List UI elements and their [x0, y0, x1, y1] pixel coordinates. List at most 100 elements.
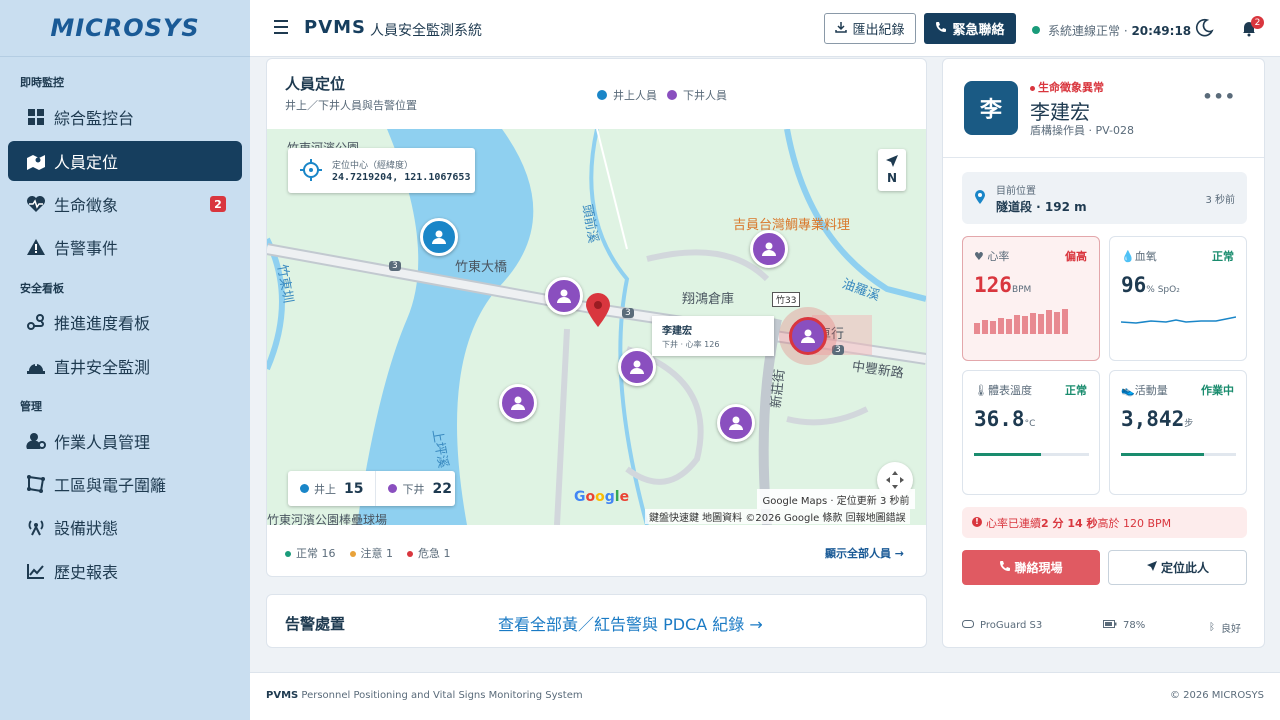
coordinate-readout: 定位中心（經緯度） 24.7219204, 121.1067653	[288, 148, 475, 193]
tooltip-detail: 下井 · 心率 126	[662, 340, 720, 349]
footer-desc: Personnel Positioning and Vital Signs Mo…	[298, 690, 583, 701]
more-options-icon[interactable]: •••	[1202, 87, 1236, 106]
vital-alert-label: 生命徵象異常	[1030, 79, 1104, 95]
temp-unit: °C	[1024, 419, 1036, 429]
route-marker: 3	[389, 261, 401, 271]
activity-value-text: 3,842	[1121, 407, 1185, 431]
heart-rate-bar	[1030, 313, 1036, 334]
map-user-icon	[26, 151, 46, 171]
sidebar-item-devices[interactable]: 設備狀態	[8, 507, 242, 547]
dark-mode-icon[interactable]	[1194, 18, 1214, 38]
alert-panel-title: 告警處置	[285, 615, 346, 633]
view-all-alerts-link[interactable]: 查看全部黃／紅告警與 PDCA 紀錄 →	[498, 611, 763, 635]
logo[interactable]: MICROSYS	[0, 0, 250, 57]
worker-marker-down[interactable]	[545, 277, 583, 315]
activity-value: 3,842步	[1121, 407, 1193, 431]
footer: PVMS Personnel Positioning and Vital Sig…	[250, 672, 1280, 720]
fence-icon	[26, 474, 46, 494]
worker-marker-up[interactable]	[420, 218, 458, 256]
battery-label: 78%	[1123, 620, 1146, 631]
activity-label: 👟活動量	[1121, 382, 1168, 398]
activity-label-text: 活動量	[1134, 384, 1168, 397]
heart-rate-bar	[1038, 314, 1044, 334]
show-all-workers-link[interactable]: 顯示全部人員 →	[825, 545, 904, 561]
clock-time: 20:49:18	[1131, 24, 1192, 38]
sidebar-item-label: 告警事件	[54, 239, 119, 258]
heart-value: 126	[974, 273, 1012, 297]
tooltip-name: 李建宏	[662, 326, 692, 337]
count-down: 下井 22	[388, 481, 452, 497]
heart-label-text: 心率	[987, 250, 1010, 263]
locate-worker-button[interactable]: 定位此人	[1108, 550, 1247, 585]
heart-rate-bar	[982, 320, 988, 334]
sidebar-item-workers[interactable]: 作業人員管理	[8, 421, 242, 461]
sidebar-item-alerts[interactable]: 告警事件	[8, 227, 242, 267]
status-warn: 注意 1	[349, 545, 394, 561]
heart-rate-alert-banner: 心率已連續 2 分 14 秒 高於 120 BPM	[962, 507, 1247, 538]
map-view[interactable]: 竹東大橋 吉員台灣鯛專業料理 翔鴻倉庫 油羅溪 中豐新路 新莊街 竹東圳 頭前溪…	[267, 129, 926, 525]
map-copyright[interactable]: 鍵盤快速鍵 地圖資料 ©2026 Google 條款 回報地圖錯誤	[645, 509, 910, 524]
heart-unit: BPM	[1011, 285, 1032, 295]
contact-site-button[interactable]: 聯絡現場	[962, 550, 1100, 585]
sidebar-item-progress[interactable]: 推進進度看板	[8, 302, 242, 342]
sidebar-item-shaft[interactable]: 直井安全監測	[8, 346, 242, 386]
activity-gauge-fill	[1121, 453, 1204, 456]
alarm-location-pin-icon[interactable]	[585, 292, 611, 332]
count-up-value: 15	[344, 480, 364, 497]
brand-subtitle: 人員安全監測系統	[370, 23, 482, 39]
connection-text: 系統連線正常 ·	[1048, 24, 1132, 38]
heart-rate-card: ♥ 心率 偏高 126BPM	[962, 236, 1100, 361]
warning-icon	[26, 237, 46, 257]
heart-icon: ♥	[974, 250, 984, 263]
topbar: PVMS 人員安全監測系統 匯出紀錄 緊急聯絡 系統連線正常 · 20:49:1…	[250, 0, 1280, 57]
status-warn-label: 注意 1	[360, 547, 394, 560]
sidebar: MICROSYS 即時監控 綜合監控台 人員定位 生命徵象 2 告警事件 安全看…	[0, 0, 250, 720]
heart-status: 偏高	[1065, 250, 1087, 263]
sidebar-item-label: 設備狀態	[54, 519, 119, 538]
antenna-icon	[26, 517, 46, 537]
sidebar-item-dashboard[interactable]: 綜合監控台	[8, 97, 242, 137]
body-temp-card: 🌡體表溫度 正常 36.8°C	[962, 370, 1100, 495]
status-danger-label: 危急 1	[418, 547, 451, 560]
temp-value-text: 36.8	[974, 407, 1025, 431]
alert-panel: 告警處置 查看全部黃／紅告警與 PDCA 紀錄 →	[266, 594, 927, 648]
worker-count-box: 井上 15 下井 22	[288, 471, 455, 506]
heart-rate-bar	[998, 318, 1004, 334]
locate-worker-label: 定位此人	[1160, 561, 1209, 575]
sidebar-item-label: 人員定位	[54, 153, 119, 172]
connection-status-dot	[1032, 26, 1040, 34]
worker-marker-down[interactable]	[618, 348, 656, 386]
thermometer-icon: 🌡	[974, 384, 988, 397]
navigation-arrow-icon	[885, 154, 899, 171]
sidebar-item-fence[interactable]: 工區與電子圍籬	[8, 464, 242, 504]
status-normal: 正常 16	[285, 545, 336, 561]
worker-marker-alert[interactable]	[789, 317, 827, 355]
coordinate-value: 24.7219204, 121.1067653	[332, 172, 471, 183]
worker-marker-down[interactable]	[499, 384, 537, 422]
location-updated: 3 秒前	[1205, 195, 1235, 206]
menu-icon[interactable]	[274, 20, 288, 38]
activity-unit: 步	[1184, 419, 1194, 429]
sidebar-item-reports[interactable]: 歷史報表	[8, 551, 242, 591]
map-attribution: Google Maps · 定位更新 3 秒前	[757, 489, 915, 509]
activity-gauge	[1121, 453, 1236, 456]
route-marker: 竹33	[772, 292, 801, 307]
emergency-contact-button[interactable]: 緊急聯絡	[924, 13, 1016, 44]
temp-value: 36.8°C	[974, 407, 1035, 431]
heart-rate-history	[974, 309, 1068, 334]
legend-up: 井上人員	[597, 87, 657, 103]
panel-subtitle: 井上／下井人員與告警位置	[285, 99, 417, 112]
export-button[interactable]: 匯出紀錄	[824, 13, 916, 44]
heart-rate-bar	[1014, 315, 1020, 334]
sidebar-item-positioning[interactable]: 人員定位	[8, 141, 242, 181]
worker-marker-down[interactable]	[750, 230, 788, 268]
navigation-arrow-icon	[1146, 560, 1158, 575]
heart-rate-bar	[1054, 312, 1060, 334]
user-gear-icon	[26, 431, 46, 451]
droplet-icon: 💧	[1121, 250, 1135, 263]
shaft-icon	[26, 356, 46, 376]
heartbeat-icon	[26, 194, 46, 214]
compass-button[interactable]: N	[878, 149, 906, 191]
worker-marker-down[interactable]	[717, 404, 755, 442]
sidebar-item-vitals[interactable]: 生命徵象 2	[8, 184, 242, 224]
